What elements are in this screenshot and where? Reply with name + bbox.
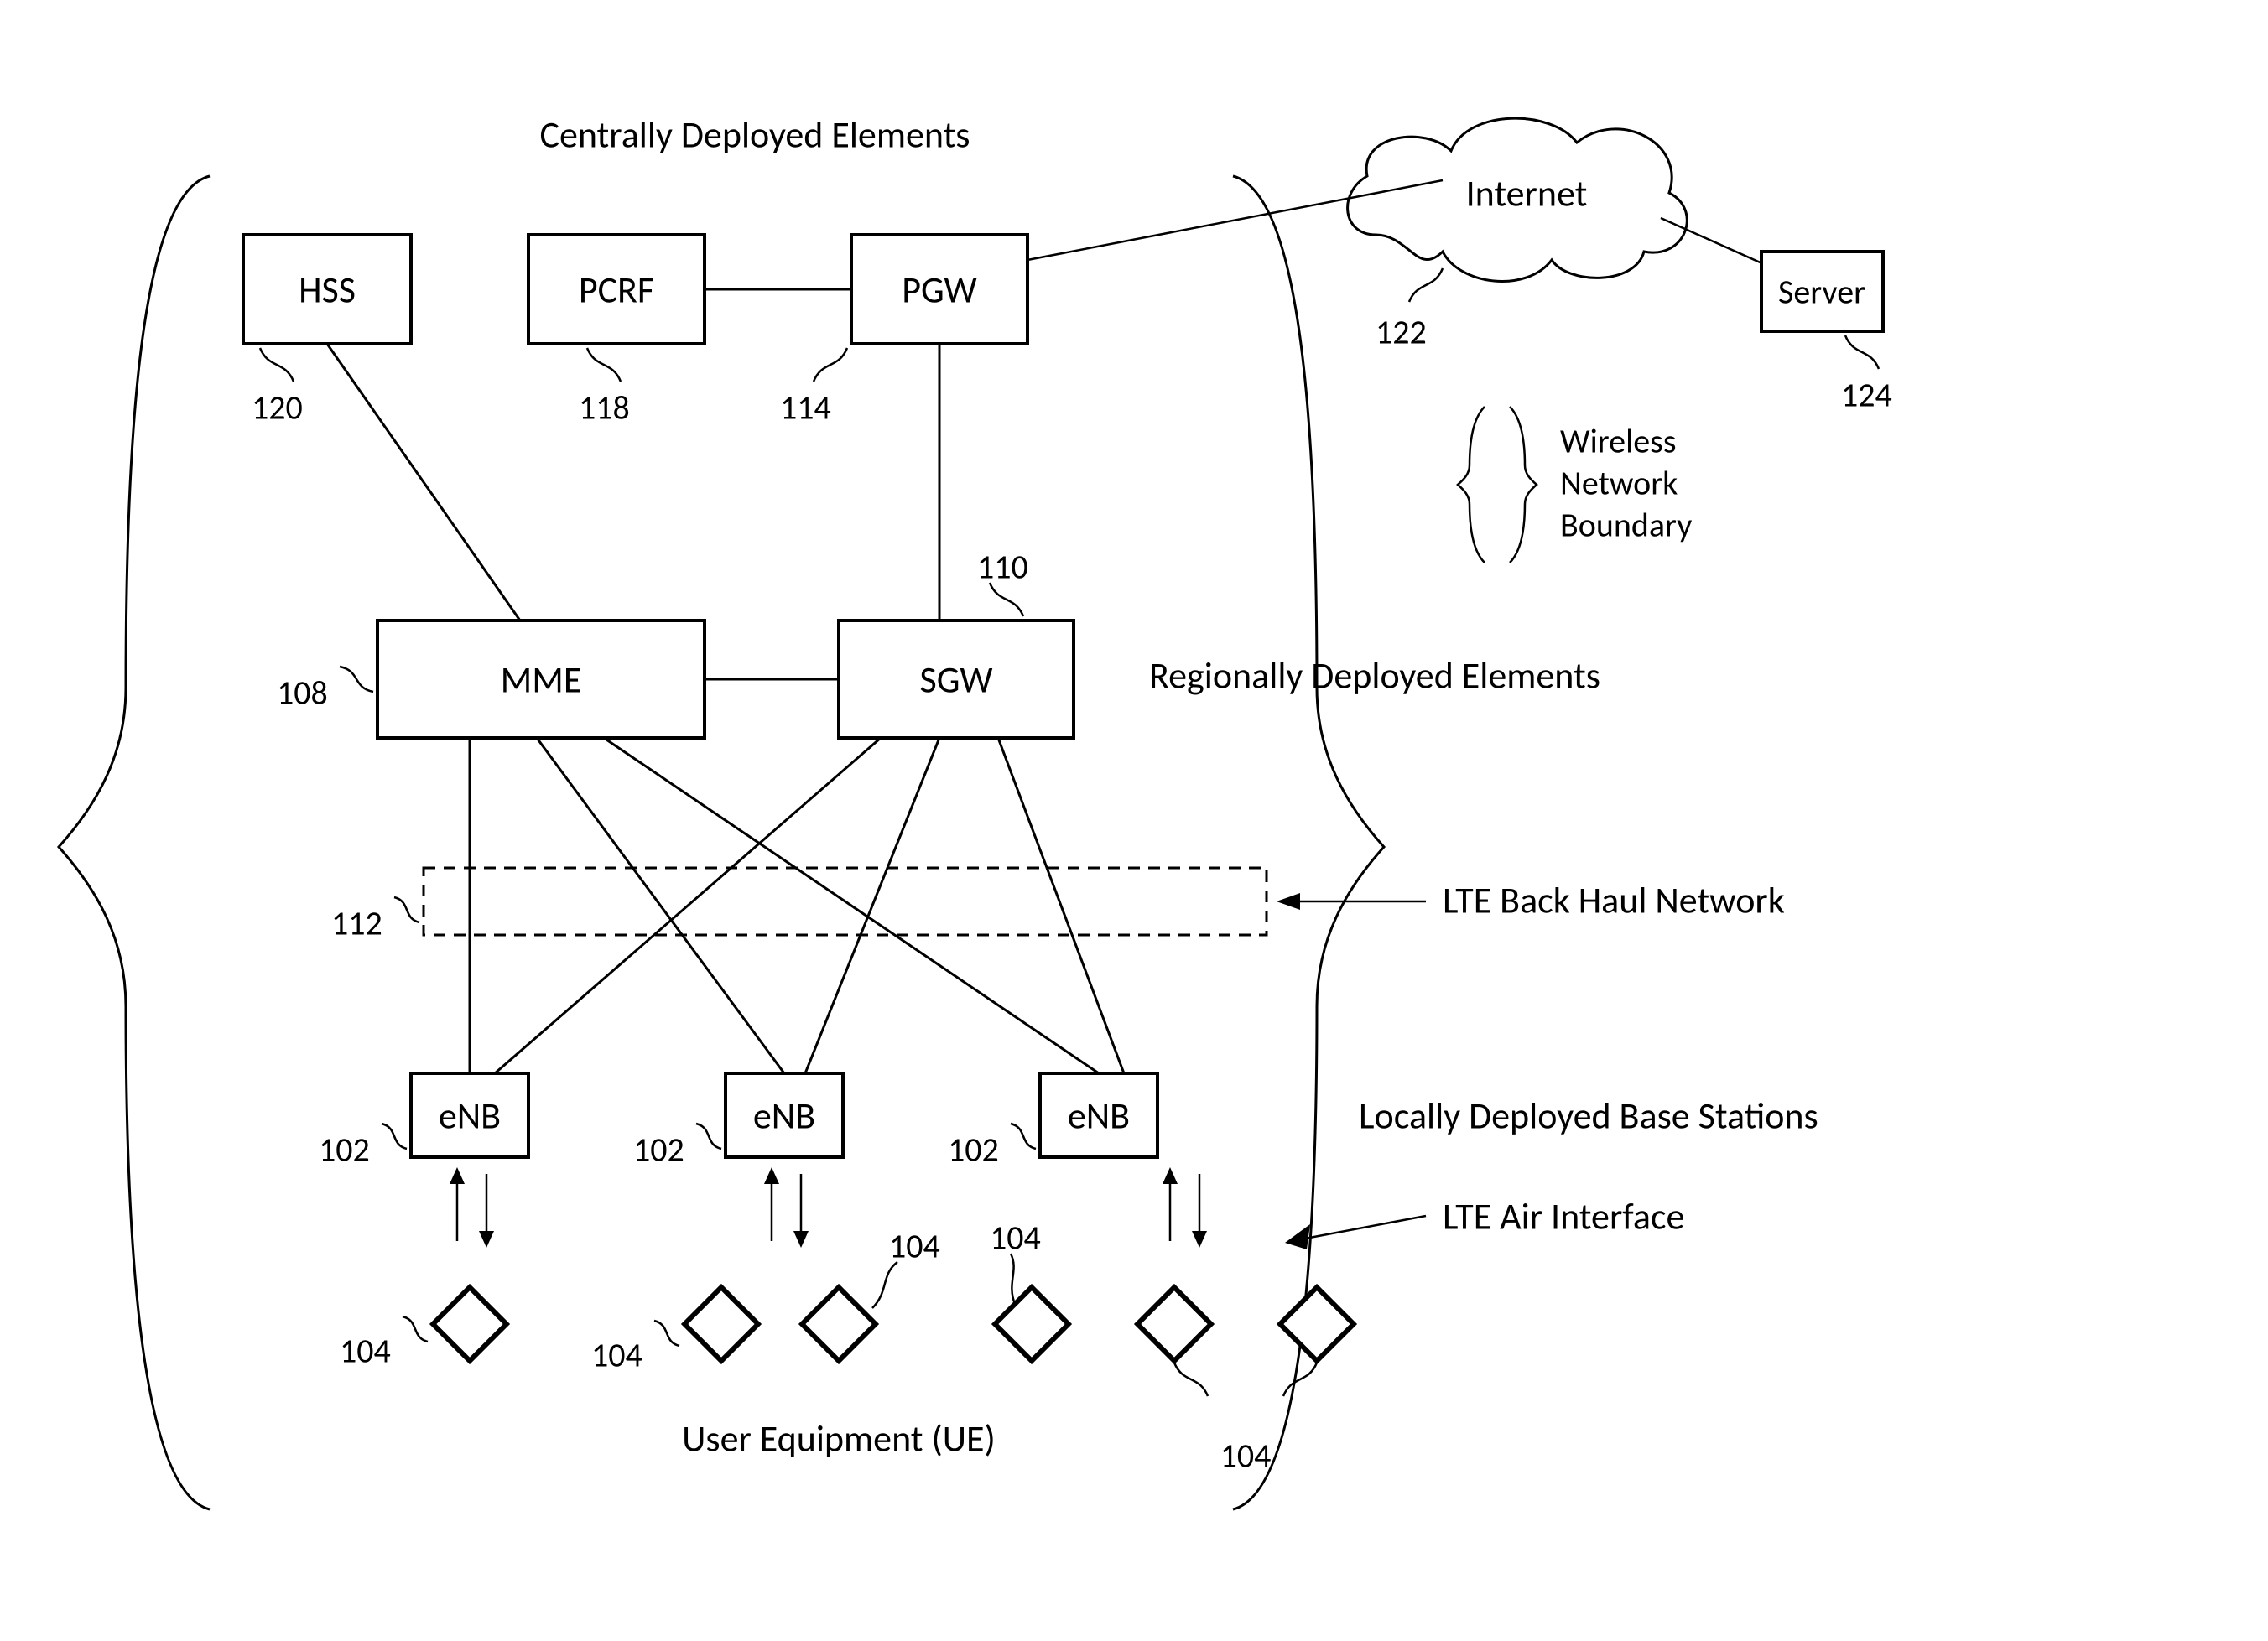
internet-label: Internet [1466,171,1588,216]
ref-ue-3: 104 [889,1226,940,1267]
ref-ue-1: 104 [340,1331,391,1372]
legend-line-2: Network [1560,463,1678,504]
ref-pcrf: 118 [579,387,630,428]
mme-label: MME [501,657,582,703]
ref-ue-56: 104 [1220,1436,1272,1477]
air-arrows-1 [450,1167,494,1248]
ref-server: 124 [1841,375,1892,416]
ref-mme: 108 [277,672,328,714]
title-centrally: Centrally Deployed Elements [539,112,970,158]
pcrf-label: PCRF [579,267,654,313]
label-local-bs: Locally Deployed Base Stations [1359,1093,1818,1139]
enb-label-1: eNB [439,1093,501,1139]
hss-label: HSS [299,267,356,313]
ref-ue-2: 104 [591,1335,642,1376]
ref-enb-1: 102 [319,1129,370,1171]
legend-line-3: Boundary [1560,505,1692,546]
sgw-label: SGW [920,657,993,703]
air-arrows-3 [1163,1167,1207,1248]
ref-sgw: 110 [977,547,1028,588]
ue-group [433,1287,1354,1361]
ref-enb-2: 102 [633,1129,684,1171]
label-backhaul: LTE Back Haul Network [1443,878,1785,923]
label-air: LTE Air Interface [1443,1194,1684,1239]
enb-label-3: eNB [1068,1093,1130,1139]
server-label: Server [1778,272,1865,313]
pgw-label: PGW [902,267,976,313]
ref-enb-3: 102 [948,1129,999,1171]
legend-line-1: Wireless [1560,421,1676,462]
legend-paren [1458,407,1537,563]
ref-backhaul: 112 [331,903,382,944]
enb-label-2: eNB [753,1093,815,1139]
air-arrows-2 [764,1167,809,1248]
ref-internet: 122 [1376,312,1427,353]
label-ue: User Equipment (UE) [682,1416,996,1462]
ref-pgw: 114 [780,387,831,428]
ref-ue-4: 104 [990,1218,1041,1259]
internet-cloud: Internet [1348,118,1688,281]
label-regionally: Regionally Deployed Elements [1149,653,1600,698]
ref-hss: 120 [252,387,303,428]
